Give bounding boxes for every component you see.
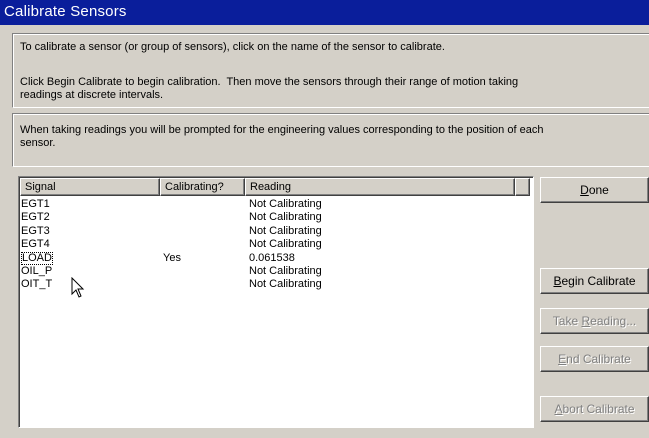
table-row[interactable]: EGT3 Not Calibrating — [21, 225, 531, 238]
cell-signal[interactable]: EGT3 — [21, 225, 50, 238]
instruction-text-2: Click Begin Calibrate to begin calibrati… — [20, 76, 519, 101]
table-row[interactable]: OIT_T Not Calibrating — [21, 278, 531, 291]
calibrate-sensors-window: Calibrate Sensors To calibrate a sensor … — [0, 0, 649, 438]
window-title: Calibrate Sensors — [4, 3, 127, 20]
table-row[interactable]: EGT2 Not Calibrating — [21, 211, 531, 224]
abort-calibrate-button[interactable]: Abort Calibrate — [540, 396, 649, 422]
end-calibrate-button[interactable]: End Calibrate — [540, 346, 649, 372]
begin-calibrate-button[interactable]: Begin Calibrate — [540, 268, 649, 294]
column-header-signal[interactable]: Signal — [20, 178, 160, 196]
column-header-filler — [515, 178, 530, 196]
cell-signal[interactable]: OIL_P — [21, 265, 52, 278]
cell-calibrating: Yes — [163, 251, 181, 264]
cell-reading: 0.061538 — [249, 251, 295, 264]
table-row[interactable]: EGT4 Not Calibrating — [21, 238, 531, 251]
cell-signal[interactable]: OIT_T — [21, 278, 52, 291]
cell-signal[interactable]: EGT4 — [21, 238, 50, 251]
list-header: Signal Calibrating? Reading — [20, 178, 533, 196]
instruction-text-3: When taking readings you will be prompte… — [20, 124, 544, 149]
cell-reading: Not Calibrating — [249, 211, 322, 224]
column-header-calibrating[interactable]: Calibrating? — [160, 178, 245, 196]
mouse-pointer-icon — [71, 277, 85, 298]
cell-signal[interactable]: LOAD — [21, 251, 53, 265]
cell-signal[interactable]: EGT1 — [21, 198, 50, 211]
sensor-list[interactable]: Signal Calibrating? Reading EGT1 Not Cali… — [18, 176, 534, 428]
cell-reading: Not Calibrating — [249, 278, 322, 291]
take-reading-button[interactable]: Take Reading... — [540, 308, 649, 334]
column-header-reading[interactable]: Reading — [245, 178, 515, 196]
cell-reading: Not Calibrating — [249, 198, 322, 210]
cell-reading: Not Calibrating — [249, 265, 322, 277]
done-button[interactable]: Done — [540, 177, 649, 203]
cell-signal[interactable]: EGT2 — [21, 211, 50, 224]
cell-reading: Not Calibrating — [249, 238, 322, 251]
table-row[interactable]: LOAD Yes 0.061538 — [21, 251, 531, 265]
table-row[interactable]: OIL_P Not Calibrating — [21, 265, 531, 278]
cell-reading: Not Calibrating — [249, 224, 322, 237]
instruction-text-1: To calibrate a sensor (or group of senso… — [20, 41, 445, 53]
title-bar[interactable]: Calibrate Sensors — [0, 0, 649, 25]
table-row[interactable]: EGT1 Not Calibrating — [21, 198, 531, 211]
